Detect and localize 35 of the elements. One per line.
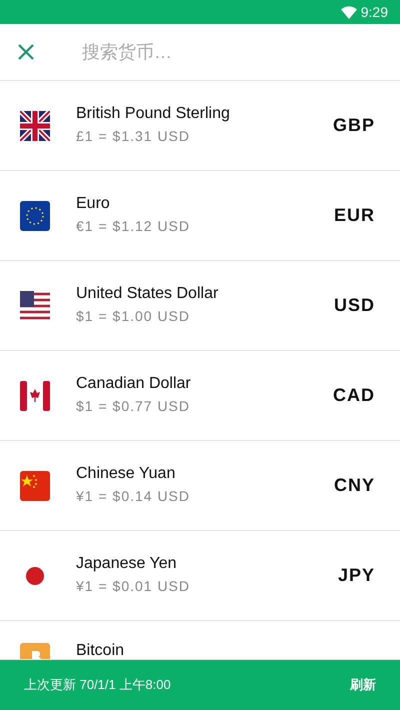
search-field[interactable]: 搜索货币… <box>80 38 340 66</box>
flag-icon <box>20 380 50 410</box>
currency-code: CAD <box>333 384 375 407</box>
coin-icon <box>20 643 50 659</box>
currency-row[interactable]: British Pound Sterling £1 = $1.31 USD GBP <box>0 81 400 171</box>
currency-code: EUR <box>334 204 375 227</box>
currency-row[interactable]: United States Dollar $1 = $1.00 USD USD <box>0 261 400 351</box>
currency-name: Canadian Dollar <box>76 374 192 394</box>
currency-name: British Pound Sterling <box>76 104 231 124</box>
currency-name: Chinese Yuan <box>76 464 176 484</box>
currency-row[interactable]: Chinese Yuan ¥1 = $0.14 USD CNY <box>0 441 400 531</box>
exchange-rate: £1 = $1.31 USD <box>76 126 192 146</box>
flag-icon <box>20 290 50 320</box>
currency-row[interactable]: Euro €1 = $1.12 USD EUR <box>0 171 400 261</box>
exchange-rate: €1 = $1.12 USD <box>76 216 192 236</box>
flag-icon <box>20 470 50 500</box>
clock: 9:29 <box>360 2 388 22</box>
currency-name: United States Dollar <box>76 284 220 304</box>
exchange-rate: ¥1 = $0.01 USD <box>76 576 192 596</box>
currency-code: CNY <box>334 474 375 497</box>
exchange-rate: ¥1 = $0.14 USD <box>76 486 192 506</box>
currency-code: USD <box>334 294 375 317</box>
exchange-rate: $1 = $0.77 USD <box>76 396 192 416</box>
currency-name: Euro <box>76 194 111 214</box>
currency-code: JPY <box>338 564 375 587</box>
currency-row[interactable]: Japanese Yen ¥1 = $0.01 USD JPY <box>0 531 400 621</box>
currency-code: GBP <box>332 114 375 137</box>
currency-row[interactable]: Canadian Dollar $1 = $0.77 USD CAD <box>0 351 400 441</box>
wifi-icon <box>340 6 357 18</box>
currency-name: Japanese Yen <box>76 554 178 574</box>
exchange-rate: $1 = $1.00 USD <box>76 306 192 326</box>
currency-name: Bitcoin <box>76 641 126 659</box>
flag-icon <box>20 110 50 140</box>
flag-icon <box>20 200 50 230</box>
last-updated-text: 上次更新 70/1/1 上午8:00 <box>24 676 171 694</box>
